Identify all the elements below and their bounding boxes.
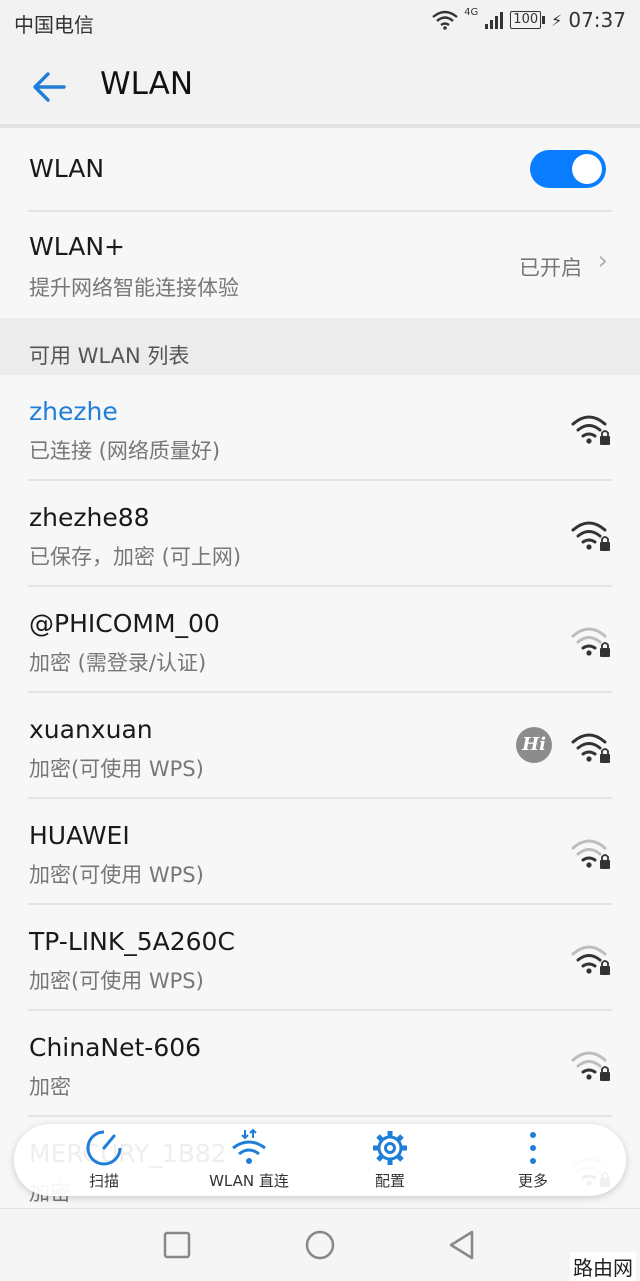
chevron-right-icon: › bbox=[597, 246, 608, 276]
divider bbox=[28, 903, 612, 905]
more-label: 更多 bbox=[517, 1172, 548, 1190]
system-nav-bar bbox=[0, 1208, 640, 1281]
wifi-network-row[interactable]: zhezhe 已连接 (网络质量好) bbox=[0, 375, 640, 481]
status-bar: 中国电信 4G 100 ⚡ 07:37 bbox=[0, 0, 640, 44]
back-arrow-icon[interactable] bbox=[28, 66, 70, 108]
wifi-signal-lock-icon bbox=[571, 733, 610, 763]
carrier-label: 中国电信 bbox=[14, 13, 94, 37]
network-status: 已连接 (网络质量好) bbox=[29, 439, 221, 463]
section-title: 可用 WLAN 列表 bbox=[29, 344, 190, 368]
divider bbox=[28, 585, 612, 587]
wifi-signal-lock-icon bbox=[571, 1051, 610, 1081]
back-triangle-icon[interactable] bbox=[446, 1229, 478, 1261]
more-vertical-icon bbox=[530, 1132, 536, 1164]
wifi-signal-lock-icon bbox=[571, 415, 610, 445]
clock: 07:37 bbox=[568, 8, 626, 32]
wlan-plus-title: WLAN+ bbox=[29, 232, 125, 261]
network-name: ChinaNet-606 bbox=[29, 1033, 202, 1062]
network-type-label: 4G bbox=[464, 6, 479, 18]
wlan-direct-label: WLAN 直连 bbox=[209, 1172, 289, 1190]
recent-apps-icon[interactable] bbox=[161, 1229, 193, 1261]
network-status: 加密 (需登录/认证) bbox=[29, 651, 207, 675]
divider bbox=[28, 691, 612, 693]
wifi-network-row[interactable]: zhezhe88 已保存，加密 (可上网) bbox=[0, 481, 640, 587]
battery-icon: 100 bbox=[510, 11, 545, 29]
wifi-network-row[interactable]: xuanxuan 加密(可使用 WPS) Hi bbox=[0, 693, 640, 799]
wlan-plus-status: 已开启 bbox=[519, 256, 582, 280]
app-bar: WLAN bbox=[0, 44, 640, 126]
network-status: 加密(可使用 WPS) bbox=[29, 757, 204, 781]
battery-level: 100 bbox=[513, 12, 539, 27]
divider bbox=[28, 479, 612, 481]
config-label: 配置 bbox=[374, 1172, 405, 1190]
wifi-network-row[interactable]: HUAWEI 加密(可使用 WPS) bbox=[0, 799, 640, 905]
wlan-plus-subtitle: 提升网络智能连接体验 bbox=[29, 276, 239, 300]
gear-icon bbox=[373, 1131, 407, 1165]
wlan-plus-row[interactable]: WLAN+ 提升网络智能连接体验 已开启 › bbox=[0, 212, 640, 318]
bottom-action-bar: 扫描 WLAN 直连 配置 更多 bbox=[14, 1124, 626, 1196]
watermark: 路由网 bbox=[570, 1252, 636, 1281]
network-name: zhezhe88 bbox=[29, 503, 150, 532]
wifi-network-row[interactable]: @PHICOMM_00 加密 (需登录/认证) bbox=[0, 587, 640, 693]
network-name: zhezhe bbox=[29, 397, 118, 426]
wifi-direct-icon bbox=[232, 1128, 266, 1164]
available-networks-header: 可用 WLAN 列表 bbox=[0, 318, 640, 375]
wlan-switch[interactable] bbox=[530, 150, 606, 188]
charging-icon: ⚡ bbox=[551, 10, 563, 30]
wifi-network-row[interactable]: ChinaNet-606 加密 bbox=[0, 1011, 640, 1117]
switch-knob bbox=[572, 154, 602, 184]
wlan-direct-button[interactable]: WLAN 直连 bbox=[189, 1128, 309, 1194]
scan-icon bbox=[86, 1130, 122, 1166]
page-title: WLAN bbox=[100, 66, 194, 102]
wifi-status-icon bbox=[432, 10, 458, 30]
wlan-toggle-label: WLAN bbox=[29, 154, 105, 183]
scan-button[interactable]: 扫描 bbox=[44, 1128, 164, 1194]
network-status: 加密 bbox=[29, 1075, 71, 1099]
scan-label: 扫描 bbox=[88, 1172, 119, 1190]
wifi-signal-lock-icon bbox=[571, 945, 610, 975]
network-name: xuanxuan bbox=[29, 715, 153, 744]
network-status: 加密(可使用 WPS) bbox=[29, 969, 204, 993]
network-name: @PHICOMM_00 bbox=[29, 609, 220, 638]
divider bbox=[28, 797, 612, 799]
huawei-hilink-badge-icon: Hi bbox=[516, 727, 552, 763]
wifi-network-row[interactable]: TP-LINK_5A260C 加密(可使用 WPS) bbox=[0, 905, 640, 1011]
status-icons: 4G 100 ⚡ 07:37 bbox=[432, 6, 626, 32]
more-button[interactable]: 更多 bbox=[473, 1128, 593, 1194]
cell-signal-icon bbox=[485, 12, 504, 29]
wifi-signal-lock-icon bbox=[571, 839, 610, 869]
network-status: 加密(可使用 WPS) bbox=[29, 863, 204, 887]
network-name: TP-LINK_5A260C bbox=[29, 927, 235, 956]
divider bbox=[28, 1009, 612, 1011]
wifi-signal-lock-icon bbox=[571, 521, 610, 551]
divider bbox=[28, 1115, 612, 1117]
network-name: HUAWEI bbox=[29, 821, 130, 850]
wifi-signal-lock-icon bbox=[571, 627, 610, 657]
network-status: 已保存，加密 (可上网) bbox=[29, 545, 242, 569]
home-icon[interactable] bbox=[304, 1229, 336, 1261]
config-button[interactable]: 配置 bbox=[330, 1128, 450, 1194]
